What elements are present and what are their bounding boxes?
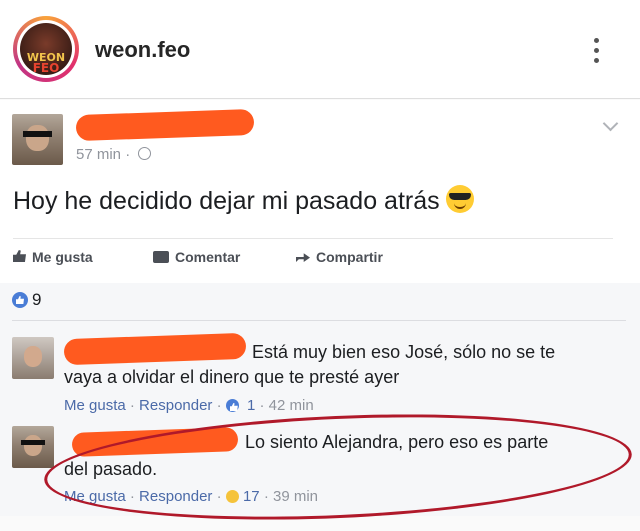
instagram-header: WEON FEO weon.feo	[0, 0, 640, 99]
post-timestamp[interactable]: 57 min	[76, 146, 121, 163]
redacted-commenter-name	[63, 332, 247, 366]
post-card: 57 min · Hoy he decidido dejar mi pasado…	[0, 100, 640, 283]
comment-label: Comentar	[175, 249, 241, 265]
comment-like-link[interactable]: Me gusta	[64, 397, 126, 414]
share-label: Compartir	[316, 249, 383, 265]
username[interactable]: weon.feo	[95, 37, 190, 63]
comment-reaction-count[interactable]: 1	[247, 397, 255, 414]
divider	[12, 320, 626, 321]
post-actions: Me gusta Comentar Compartir	[13, 238, 613, 273]
share-icon	[296, 253, 310, 262]
comment-icon	[153, 251, 169, 263]
like-label: Me gusta	[32, 249, 93, 265]
like-button[interactable]: Me gusta	[13, 249, 93, 265]
facebook-post-screenshot: 57 min · Hoy he decidido dejar mi pasado…	[0, 100, 640, 531]
logo-text-bottom: FEO	[32, 61, 60, 75]
redacted-author-name	[75, 108, 255, 142]
like-reaction-icon	[12, 292, 28, 308]
reaction-summary[interactable]: 9	[12, 290, 41, 310]
comment-meta: Me gusta · Responder · 1 · 42 min	[64, 397, 314, 414]
chevron-down-icon[interactable]	[602, 115, 619, 132]
post-text: Hoy he decidido dejar mi pasado atrás	[13, 185, 474, 216]
comment-button[interactable]: Comentar	[153, 249, 240, 265]
like-count: 9	[32, 290, 42, 309]
commenter-avatar[interactable]	[12, 337, 54, 379]
more-vertical-icon[interactable]	[586, 34, 606, 70]
comment-text-line2: vaya a olvidar el dinero que te presté a…	[64, 367, 400, 387]
comment-reply-link[interactable]: Responder	[139, 397, 212, 414]
share-button[interactable]: Compartir	[296, 249, 383, 265]
comment-text-line1: Está muy bien eso José, sólo no se te	[252, 342, 556, 362]
author-avatar[interactable]	[12, 114, 63, 165]
logo-image: WEON FEO	[20, 23, 72, 75]
red-circle-annotation	[42, 403, 634, 531]
thumbs-up-icon	[13, 250, 26, 262]
meta-separator: ·	[125, 146, 131, 163]
profile-avatar[interactable]: WEON FEO	[13, 16, 79, 82]
globe-icon	[138, 147, 152, 160]
post-meta: 57 min ·	[76, 146, 152, 163]
sunglasses-emoji-icon	[445, 185, 474, 213]
post-text-content: Hoy he decidido dejar mi pasado atrás	[13, 187, 440, 215]
comment-time[interactable]: 42 min	[269, 397, 314, 414]
reply-author-avatar[interactable]	[12, 426, 54, 468]
like-reaction-icon	[225, 399, 239, 412]
